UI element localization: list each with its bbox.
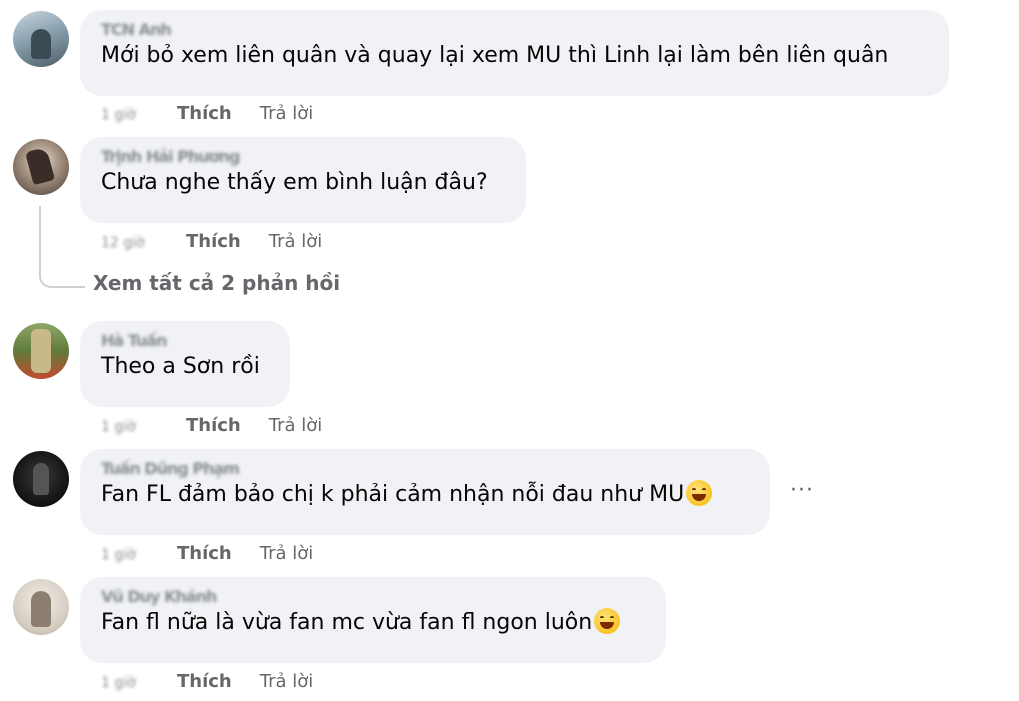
- avatar-figure: [31, 329, 51, 373]
- reply-button[interactable]: Trả lời: [269, 230, 323, 254]
- comment-text: Fan FL đảm bảo chị k phải cảm nhận nỗi đ…: [101, 480, 750, 510]
- comment-bubble: Trịnh Hải Phương Chưa nghe thấy em bình …: [80, 137, 526, 223]
- reply-button[interactable]: Trả lời: [260, 670, 314, 694]
- avatar[interactable]: [13, 139, 69, 195]
- comment-text: Mới bỏ xem liên quân và quay lại xem MU …: [101, 43, 889, 68]
- comment-author[interactable]: Tuấn Dũng Phạm: [101, 458, 750, 480]
- avatar[interactable]: [13, 451, 69, 507]
- comment-actions: 1 giờ Thích Trả lời: [101, 414, 322, 438]
- comment-time[interactable]: 1 giờ: [101, 671, 177, 695]
- comment-actions: 1 giờ Thích Trả lời: [101, 102, 313, 126]
- comment-author[interactable]: Trịnh Hải Phương: [101, 146, 506, 168]
- more-options-icon[interactable]: ···: [790, 478, 814, 503]
- avatar[interactable]: [13, 323, 69, 379]
- reply-thread-line: [39, 206, 85, 288]
- laughing-emoji-icon: [686, 480, 713, 506]
- comment-time[interactable]: 1 giờ: [101, 103, 177, 127]
- comment-text: Fan fl nữa là vừa fan mc vừa fan fl ngon…: [101, 608, 646, 638]
- comment-bubble: Vũ Duy Khánh Fan fl nữa là vừa fan mc vừ…: [80, 577, 666, 663]
- comment-text-body: Fan FL đảm bảo chị k phải cảm nhận nỗi đ…: [101, 482, 685, 507]
- avatar-figure: [33, 463, 49, 495]
- comment-time[interactable]: 12 giờ: [101, 231, 186, 255]
- avatar[interactable]: [13, 579, 69, 635]
- comment-time[interactable]: 1 giờ: [101, 543, 177, 567]
- comment-actions: 12 giờ Thích Trả lời: [101, 230, 322, 254]
- avatar-figure: [31, 591, 51, 627]
- comment-bubble: TCN Anh Mới bỏ xem liên quân và quay lại…: [80, 10, 949, 96]
- reply-button[interactable]: Trả lời: [269, 414, 323, 438]
- view-replies-link[interactable]: Xem tất cả 2 phản hồi: [93, 271, 340, 295]
- avatar-figure: [24, 146, 56, 186]
- avatar-figure: [31, 29, 51, 59]
- reply-button[interactable]: Trả lời: [260, 542, 314, 566]
- comment-text-body: Fan fl nữa là vừa fan mc vừa fan fl ngon…: [101, 610, 593, 635]
- comment-text: Theo a Sơn rồi: [101, 354, 260, 379]
- comment-bubble: Hà Tuấn Theo a Sơn rồi: [80, 321, 290, 407]
- comment-author[interactable]: Vũ Duy Khánh: [101, 586, 646, 608]
- comment-author[interactable]: TCN Anh: [101, 19, 929, 41]
- like-button[interactable]: Thích: [186, 230, 241, 254]
- like-button[interactable]: Thích: [177, 102, 232, 126]
- reply-button[interactable]: Trả lời: [260, 102, 314, 126]
- like-button[interactable]: Thích: [177, 670, 232, 694]
- laughing-emoji-icon: [594, 608, 621, 634]
- comment-time[interactable]: 1 giờ: [101, 415, 186, 439]
- comment-actions: 1 giờ Thích Trả lời: [101, 542, 313, 566]
- comment-text: Chưa nghe thấy em bình luận đâu?: [101, 170, 488, 195]
- avatar[interactable]: [13, 11, 69, 67]
- like-button[interactable]: Thích: [186, 414, 241, 438]
- comment-actions: 1 giờ Thích Trả lời: [101, 670, 313, 694]
- comment-bubble: Tuấn Dũng Phạm Fan FL đảm bảo chị k phải…: [80, 449, 770, 535]
- like-button[interactable]: Thích: [177, 542, 232, 566]
- comment-author[interactable]: Hà Tuấn: [101, 330, 270, 352]
